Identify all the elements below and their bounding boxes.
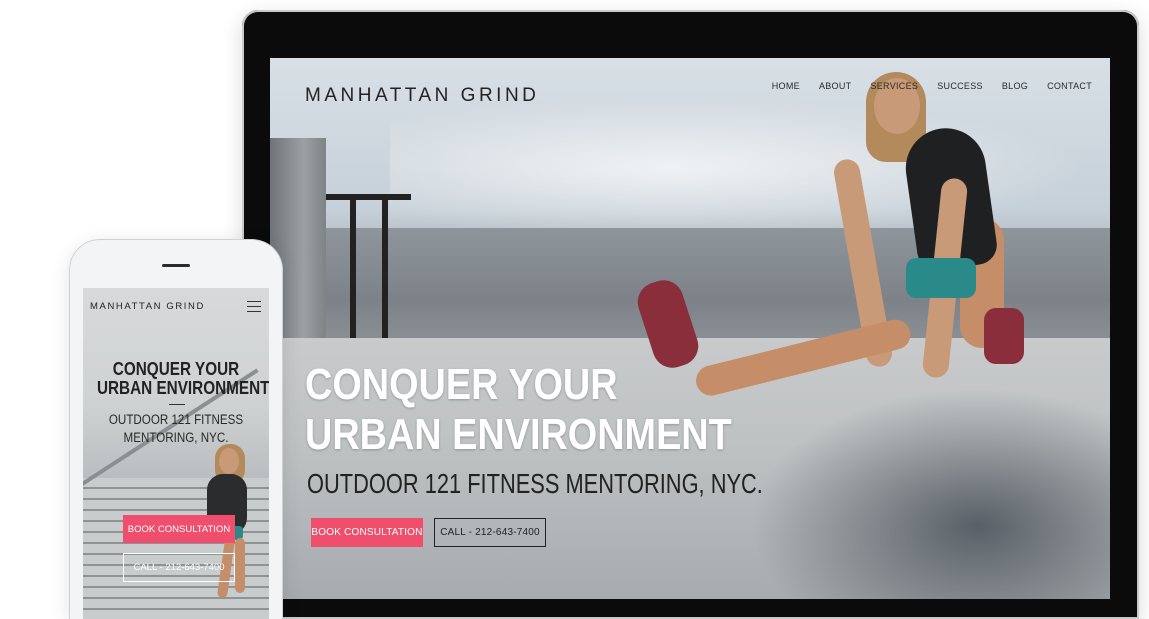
mobile-sub-line2: MENTORING, NYC. [123, 430, 229, 445]
hero-headline-line2: URBAN ENVIRONMENT [305, 410, 732, 459]
mobile-hero-headline: CONQUER YOUR URBAN ENVIRONMENT [83, 360, 269, 398]
mobile-hero-subheadline: OUTDOOR 121 FITNESS MENTORING, NYC. [83, 411, 269, 447]
nav-item-success[interactable]: SUCCESS [937, 81, 983, 91]
nav-item-contact[interactable]: CONTACT [1047, 81, 1092, 91]
book-consultation-button[interactable]: BOOK CONSULTATION [311, 518, 423, 547]
desktop-screen: MANHATTAN GRIND HOME ABOUT SERVICES SUCC… [270, 58, 1110, 599]
mobile-site-logo[interactable]: MANHATTAN GRIND [90, 301, 205, 312]
mobile-call-button[interactable]: CALL - 212-643-7400 [123, 553, 235, 582]
hero-headline: CONQUER YOUR URBAN ENVIRONMENT [305, 360, 732, 460]
nav-item-services[interactable]: SERVICES [870, 81, 918, 91]
hero-background-railing-post [382, 198, 388, 338]
mobile-book-consultation-button[interactable]: BOOK CONSULTATION [123, 515, 235, 543]
mobile-screen: MANHATTAN GRIND CONQUER YOUR URBAN ENVIR… [83, 288, 269, 619]
mobile-sub-line1: OUTDOOR 121 FITNESS [108, 412, 244, 427]
hamburger-menu-icon[interactable] [247, 301, 261, 312]
nav-item-blog[interactable]: BLOG [1002, 81, 1028, 91]
hero-background-shadow [750, 388, 1110, 599]
hero-subheadline: OUTDOOR 121 FITNESS MENTORING, NYC. [307, 468, 763, 499]
mobile-headline-line1: CONQUER YOUR [112, 359, 240, 379]
hero-headline-line1: CONQUER YOUR [305, 360, 618, 409]
mobile-headline-divider [169, 404, 185, 405]
hero-background-railing [326, 194, 411, 200]
nav-item-home[interactable]: HOME [772, 81, 800, 91]
phone-speaker [162, 264, 190, 267]
mobile-headline-line2: URBAN ENVIRONMENT [96, 378, 269, 398]
site-logo[interactable]: MANHATTAN GRIND [305, 85, 539, 107]
nav-item-about[interactable]: ABOUT [819, 81, 852, 91]
call-button[interactable]: CALL - 212-643-7400 [434, 518, 546, 547]
main-navigation: HOME ABOUT SERVICES SUCCESS BLOG CONTACT [772, 81, 1092, 91]
hero-background-railing-post [350, 198, 356, 338]
